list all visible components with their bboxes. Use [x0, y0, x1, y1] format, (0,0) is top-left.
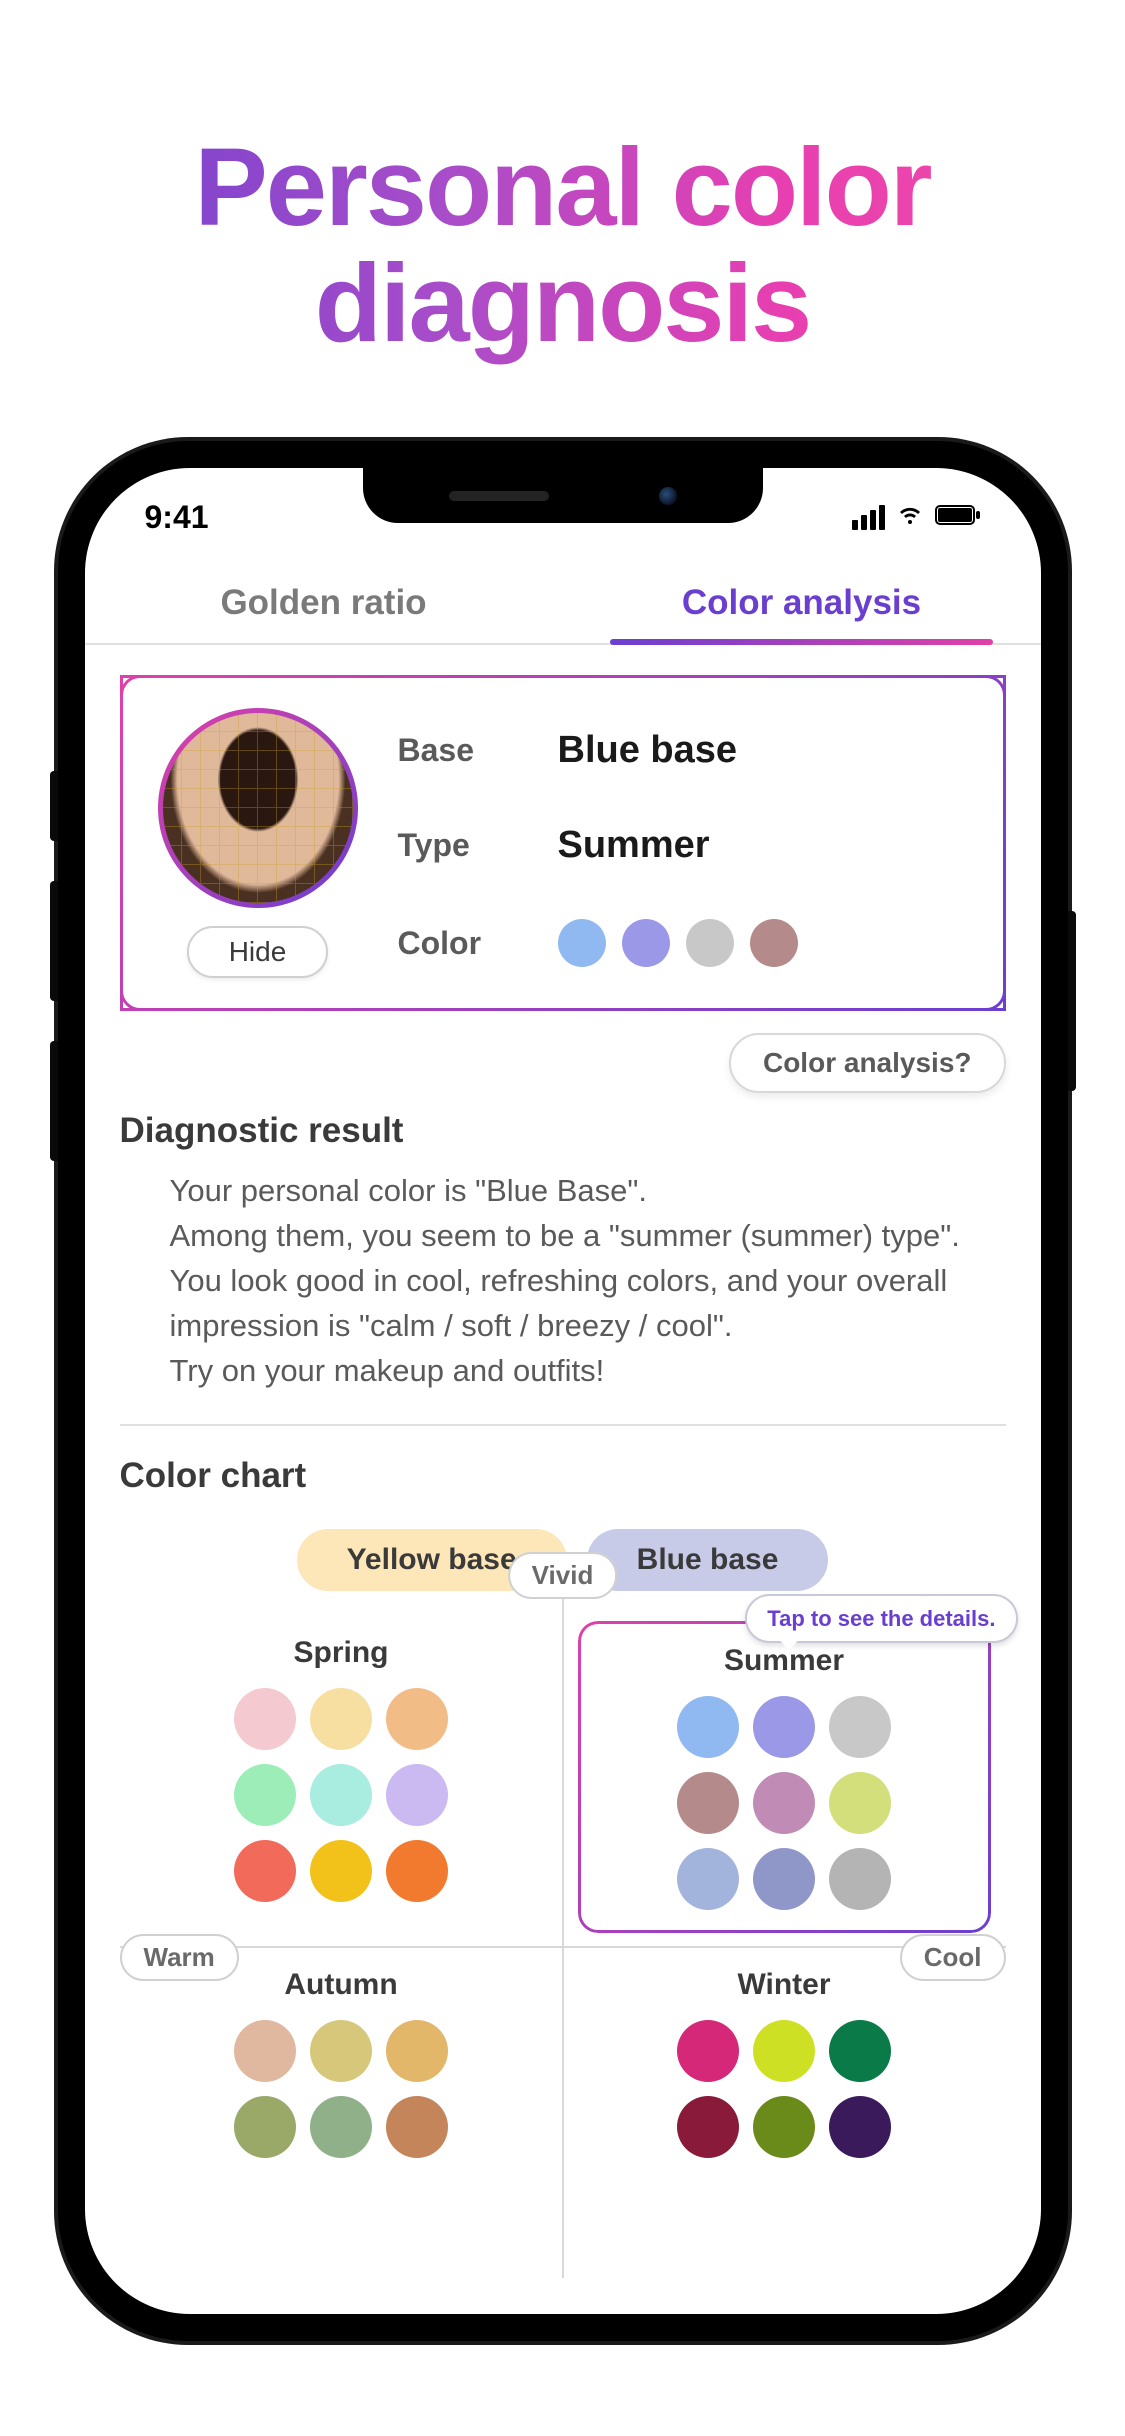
axis-cool-label: Cool	[900, 1934, 1006, 1981]
blue-base-pill: Blue base	[587, 1529, 829, 1591]
season-autumn[interactable]: Autumn	[120, 1948, 563, 2178]
color-swatch[interactable]	[234, 1840, 296, 1902]
front-camera-icon	[659, 487, 677, 505]
color-swatch[interactable]	[234, 2096, 296, 2158]
page-title: Personal color diagnosis	[0, 0, 1125, 441]
cellular-icon	[852, 505, 885, 530]
color-swatch[interactable]	[310, 1840, 372, 1902]
color-swatch[interactable]	[310, 2020, 372, 2082]
color-swatch	[750, 919, 798, 967]
color-swatch[interactable]	[753, 1696, 815, 1758]
status-time: 9:41	[145, 499, 209, 536]
color-swatch[interactable]	[829, 2096, 891, 2158]
color-swatch[interactable]	[829, 1696, 891, 1758]
tab-color-analysis[interactable]: Color analysis	[563, 558, 1041, 643]
color-swatch[interactable]	[829, 1772, 891, 1834]
color-chart-title: Color chart	[120, 1456, 1006, 1496]
color-swatch[interactable]	[677, 2020, 739, 2082]
volume-down-button	[50, 1041, 58, 1161]
color-swatch[interactable]	[753, 1848, 815, 1910]
color-swatch[interactable]	[753, 2096, 815, 2158]
color-swatch[interactable]	[829, 1848, 891, 1910]
color-swatch[interactable]	[753, 2020, 815, 2082]
result-color-dots	[558, 919, 968, 967]
volume-up-button	[50, 881, 58, 1001]
face-grid-overlay-icon	[163, 713, 353, 903]
color-swatch[interactable]	[386, 2096, 448, 2158]
color-swatch[interactable]	[234, 1688, 296, 1750]
battery-icon	[935, 504, 981, 531]
color-swatch[interactable]	[829, 2020, 891, 2082]
season-summer[interactable]: Tap to see the details. Summer	[578, 1621, 991, 1933]
speaker-icon	[449, 491, 549, 501]
power-button	[1068, 911, 1076, 1091]
avatar[interactable]	[163, 713, 353, 903]
color-swatch[interactable]	[310, 2096, 372, 2158]
volume-mute-button	[50, 771, 58, 841]
color-swatch[interactable]	[677, 1696, 739, 1758]
axis-warm-label: Warm	[120, 1934, 239, 1981]
base-label: Base	[398, 732, 528, 769]
color-swatch[interactable]	[234, 1764, 296, 1826]
avatar-ring	[158, 708, 358, 908]
diagnostic-result-title: Diagnostic result	[120, 1111, 1006, 1151]
color-swatch[interactable]	[386, 1688, 448, 1750]
color-swatch[interactable]	[310, 1688, 372, 1750]
color-swatch[interactable]	[677, 2096, 739, 2158]
color-swatch[interactable]	[677, 1848, 739, 1910]
type-value: Summer	[558, 824, 968, 867]
notch	[363, 468, 763, 523]
color-swatch[interactable]	[677, 1772, 739, 1834]
tab-golden-ratio[interactable]: Golden ratio	[85, 558, 563, 643]
tabs: Golden ratio Color analysis	[85, 558, 1041, 645]
season-spring-title: Spring	[145, 1636, 538, 1670]
content: Hide Base Blue base Type Summer Color Co…	[85, 645, 1041, 2208]
color-swatch[interactable]	[310, 1764, 372, 1826]
base-value: Blue base	[558, 729, 968, 772]
color-swatch	[558, 919, 606, 967]
color-label: Color	[398, 925, 528, 962]
color-swatch[interactable]	[386, 1840, 448, 1902]
color-swatch[interactable]	[753, 1772, 815, 1834]
divider	[120, 1424, 1006, 1426]
diagnostic-body: Your personal color is "Blue Base". Amon…	[120, 1169, 1006, 1394]
color-swatch[interactable]	[234, 2020, 296, 2082]
color-swatch	[686, 919, 734, 967]
hide-button[interactable]: Hide	[187, 926, 329, 978]
color-swatch	[622, 919, 670, 967]
color-chart: Yellow base Blue base Vivid Warm Cool Sp…	[120, 1514, 1006, 2178]
phone-frame: 9:41 Golden ratio Color analysis	[58, 441, 1068, 2341]
result-card: Hide Base Blue base Type Summer Color	[120, 675, 1006, 1011]
season-spring[interactable]: Spring	[120, 1616, 563, 1948]
axis-vivid-label: Vivid	[508, 1552, 618, 1599]
wifi-icon	[895, 504, 925, 531]
tap-tooltip: Tap to see the details.	[745, 1594, 1017, 1643]
color-analysis-help-button[interactable]: Color analysis?	[729, 1033, 1006, 1093]
color-swatch[interactable]	[386, 2020, 448, 2082]
phone-screen: 9:41 Golden ratio Color analysis	[85, 468, 1041, 2314]
color-swatch[interactable]	[386, 1764, 448, 1826]
season-winter[interactable]: Winter	[563, 1948, 1006, 2178]
type-label: Type	[398, 827, 528, 864]
